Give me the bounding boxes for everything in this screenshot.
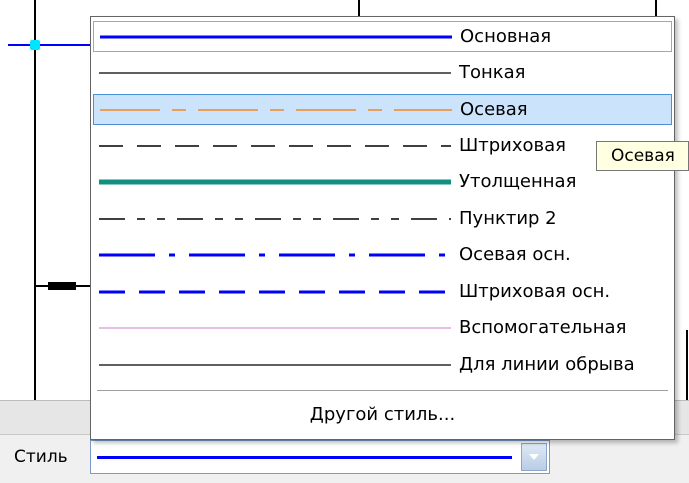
line-style-item[interactable]: Основная — [93, 21, 672, 52]
line-style-dropdown: Основная Тонкая Осевая Штриховая Утолщенная П… — [90, 16, 675, 440]
line-style-label: Для линии обрыва — [459, 353, 635, 375]
line-style-label: Осевая осн. — [459, 244, 571, 265]
drawing-node-marker[interactable] — [48, 282, 76, 290]
line-style-preview — [99, 71, 451, 74]
line-style-label: Пунктир 2 — [459, 207, 557, 229]
line-style-item[interactable]: Утолщенная — [93, 167, 672, 198]
line-style-preview — [99, 290, 451, 293]
line-style-preview — [99, 179, 451, 185]
line-style-preview — [99, 217, 451, 220]
line-style-item[interactable]: Вспомогательная — [93, 313, 672, 344]
other-style-item[interactable]: Другой стиль... — [93, 397, 672, 433]
style-label: Стиль — [14, 447, 68, 467]
line-style-preview — [99, 144, 451, 147]
style-combobox[interactable] — [90, 440, 550, 474]
line-style-preview — [99, 327, 451, 329]
line-style-item[interactable]: Осевая осн. — [93, 240, 672, 271]
line-style-preview — [99, 253, 451, 257]
line-style-item[interactable]: Пунктир 2 — [93, 204, 672, 235]
line-style-label: Основная — [460, 26, 552, 47]
selected-node-marker[interactable] — [30, 40, 40, 50]
selected-line-preview — [97, 456, 512, 459]
line-style-label: Утолщенная — [459, 171, 577, 192]
line-style-label: Тонкая — [459, 61, 526, 83]
line-style-item[interactable]: Тонкая — [93, 58, 672, 89]
tooltip: Осевая — [596, 141, 689, 171]
combo-dropdown-button[interactable] — [521, 443, 547, 471]
line-style-label: Вспомогательная — [459, 317, 627, 338]
drawing-blue-segment — [8, 44, 90, 46]
chevron-down-icon — [529, 454, 539, 460]
line-style-item[interactable]: Штриховая — [93, 131, 672, 162]
drawing-vertical-line-left — [34, 0, 36, 400]
line-style-item[interactable]: Осевая — [93, 94, 672, 125]
drawing-vertical-line-bottom-right — [686, 330, 688, 400]
line-style-item[interactable]: Для линии обрыва — [93, 350, 672, 381]
line-style-item[interactable]: Штриховая осн. — [93, 277, 672, 308]
line-style-label: Осевая — [460, 99, 528, 120]
line-style-preview — [100, 35, 452, 39]
line-style-preview — [100, 109, 452, 111]
line-style-preview — [99, 363, 451, 366]
line-style-label: Штриховая — [459, 134, 566, 156]
menu-separator — [97, 390, 668, 391]
line-style-label: Штриховая осн. — [459, 280, 611, 302]
